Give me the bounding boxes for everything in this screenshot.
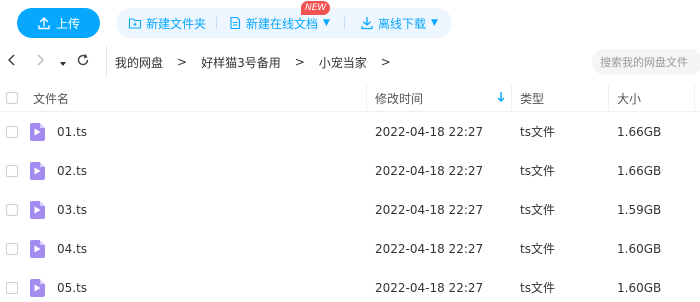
- file-type: ts文件: [520, 281, 555, 295]
- file-modified-time: 2022-04-18 22:27: [375, 163, 484, 178]
- table-row[interactable]: 02.ts 2022-04-18 22:27 ts文件 1.66GB: [0, 151, 700, 190]
- chevron-down-icon: ▼: [431, 18, 438, 28]
- row-checkbox[interactable]: [6, 112, 18, 151]
- breadcrumb-item[interactable]: 我的网盘: [115, 54, 163, 71]
- download-icon: [361, 16, 373, 30]
- breadcrumb-separator: >: [380, 55, 391, 69]
- chevron-down-icon: ▼: [323, 18, 330, 28]
- folder-plus-icon: [128, 18, 142, 29]
- column-header-name[interactable]: 文件名: [33, 84, 69, 112]
- column-divider[interactable]: [366, 84, 367, 112]
- file-name[interactable]: 05.ts: [57, 268, 87, 302]
- new-online-doc-label: 新建在线文档: [246, 16, 319, 31]
- file-size: 1.60GB: [617, 241, 662, 256]
- file-modified-time: 2022-04-18 22:27: [375, 124, 484, 139]
- breadcrumb-separator: >: [294, 55, 305, 69]
- upload-label: 上传: [55, 16, 80, 31]
- toolbar: 上传 新建文件夹 新建在线文档 ▼ 离线下载 ▼ NEW: [0, 0, 700, 45]
- column-header-size[interactable]: 大小: [617, 84, 641, 112]
- column-divider[interactable]: [511, 84, 512, 112]
- chevron-left-icon[interactable]: [6, 53, 18, 71]
- column-header-type[interactable]: 类型: [520, 84, 544, 112]
- video-file-icon: [30, 151, 45, 190]
- arrow-down-icon[interactable]: [496, 90, 506, 107]
- breadcrumb-item[interactable]: 好样猫3号备用: [201, 54, 281, 71]
- row-checkbox[interactable]: [6, 151, 18, 190]
- toolbar-actions: 新建文件夹 新建在线文档 ▼ 离线下载 ▼: [116, 8, 452, 38]
- file-name[interactable]: 03.ts: [57, 190, 87, 229]
- divider: [344, 17, 345, 29]
- video-file-icon: [30, 190, 45, 229]
- file-type: ts文件: [520, 164, 555, 178]
- table-row[interactable]: 03.ts 2022-04-18 22:27 ts文件 1.59GB: [0, 190, 700, 229]
- chevron-right-icon[interactable]: [34, 53, 46, 71]
- file-modified-time: 2022-04-18 22:27: [375, 202, 484, 217]
- column-divider[interactable]: [608, 84, 609, 112]
- table-row[interactable]: 04.ts 2022-04-18 22:27 ts文件 1.60GB: [0, 229, 700, 268]
- file-name[interactable]: 04.ts: [57, 229, 87, 268]
- file-type: ts文件: [520, 203, 555, 217]
- select-all-checkbox[interactable]: [6, 84, 18, 112]
- file-type: ts文件: [520, 125, 555, 139]
- search-input[interactable]: [592, 49, 700, 75]
- breadcrumb-separator: >: [177, 55, 188, 69]
- new-badge: NEW: [301, 1, 331, 15]
- navigation-bar: 我的网盘 > 好样猫3号备用 > 小宠当家 >: [0, 46, 700, 78]
- row-checkbox[interactable]: [6, 190, 18, 229]
- new-folder-button[interactable]: 新建文件夹: [128, 8, 206, 38]
- refresh-icon[interactable]: [76, 53, 90, 71]
- table-row[interactable]: 01.ts 2022-04-18 22:27 ts文件 1.66GB: [0, 112, 700, 151]
- file-size: 1.66GB: [617, 124, 662, 139]
- file-name[interactable]: 02.ts: [57, 151, 87, 190]
- file-name[interactable]: 01.ts: [57, 112, 87, 151]
- column-divider[interactable]: [694, 84, 695, 112]
- offline-download-button[interactable]: 离线下载 ▼: [360, 8, 438, 38]
- video-file-icon: [30, 112, 45, 151]
- document-icon: [230, 16, 241, 30]
- file-type: ts文件: [520, 242, 555, 256]
- column-header-modified[interactable]: 修改时间: [375, 84, 423, 112]
- file-size: 1.60GB: [617, 280, 662, 295]
- divider: [216, 17, 217, 29]
- upload-button[interactable]: 上传: [17, 8, 100, 38]
- breadcrumb-item[interactable]: 小宠当家: [319, 54, 367, 71]
- dropdown-icon[interactable]: [59, 56, 67, 72]
- table-row[interactable]: 05.ts 2022-04-18 22:27 ts文件 1.60GB: [0, 268, 700, 302]
- upload-icon: [38, 17, 50, 30]
- new-folder-label: 新建文件夹: [146, 16, 207, 31]
- file-size: 1.66GB: [617, 163, 662, 178]
- row-checkbox[interactable]: [6, 229, 18, 268]
- file-modified-time: 2022-04-18 22:27: [375, 241, 484, 256]
- video-file-icon: [30, 229, 45, 268]
- offline-download-label: 离线下载: [378, 16, 427, 31]
- file-modified-time: 2022-04-18 22:27: [375, 280, 484, 295]
- breadcrumb: 我的网盘 > 好样猫3号备用 > 小宠当家 >: [106, 46, 405, 78]
- video-file-icon: [30, 268, 45, 302]
- row-checkbox[interactable]: [6, 268, 18, 302]
- table-header: 文件名 修改时间 类型 大小: [0, 84, 700, 112]
- file-size: 1.59GB: [617, 202, 662, 217]
